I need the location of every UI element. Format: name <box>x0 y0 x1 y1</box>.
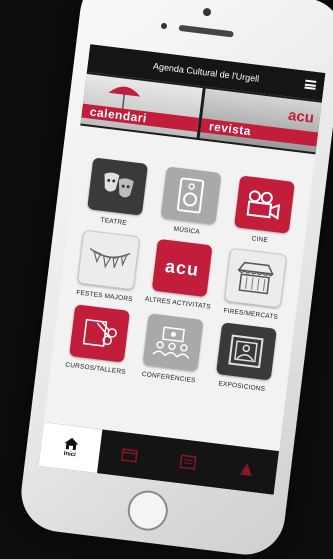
magazine-banner-label: revista <box>208 119 252 139</box>
tile-label: FESTES MAJORS <box>75 289 134 304</box>
hamburger-menu-icon[interactable] <box>304 79 317 90</box>
tile-label: FIRES/MERCATS <box>223 307 279 321</box>
tile-box: acu <box>151 238 213 298</box>
category-cine[interactable]: CINE <box>223 174 304 247</box>
tab-label: Inici <box>63 450 76 459</box>
acu-logo-icon: acu <box>164 255 201 280</box>
tab-news[interactable] <box>156 437 220 488</box>
category-musica[interactable]: MÚSICA <box>150 165 231 238</box>
category-cursos-tallers[interactable]: CURSOS/TALLERS <box>59 303 140 376</box>
tile-label: CURSOS/TALLERS <box>64 361 127 376</box>
tile-box <box>87 157 149 216</box>
tile-label: MÚSICA <box>173 225 201 236</box>
calendar-icon <box>120 448 138 463</box>
home-icon <box>64 437 78 451</box>
picture-frame-icon <box>228 334 264 369</box>
category-festes-majors[interactable]: FESTES MAJORS <box>67 229 148 304</box>
category-altres-activitats[interactable]: acu ALTRES ACTIVITATS <box>141 238 222 313</box>
tile-box <box>142 313 204 372</box>
tab-inici[interactable]: Inici <box>38 422 103 474</box>
tile-box <box>77 229 141 291</box>
category-fires-mercats[interactable]: FIRES/MERCATS <box>214 247 295 322</box>
phone-frame: Agenda Cultural de l'Urgell calendari re… <box>16 0 333 559</box>
tile-box <box>233 175 295 234</box>
category-exposicions[interactable]: EXPOSICIONS <box>205 321 286 394</box>
bottom-tab-bar: Inici <box>38 422 280 495</box>
tile-label: CONFERÈNCIES <box>141 370 196 385</box>
tile-label: EXPOSICIONS <box>218 380 266 393</box>
tab-calendar[interactable] <box>97 429 161 480</box>
proximity-sensor <box>160 22 168 30</box>
tile-label: ALTRES ACTIVITATS <box>144 295 212 311</box>
alert-icon <box>240 463 253 477</box>
garland-icon <box>89 248 131 269</box>
app-screen: Agenda Cultural de l'Urgell calendari re… <box>38 44 326 495</box>
category-conferencies[interactable]: CONFERÈNCIES <box>132 312 213 385</box>
tile-label: CINE <box>251 235 269 245</box>
film-camera-icon <box>246 190 281 220</box>
conference-icon <box>152 326 190 359</box>
acu-logo: acu <box>287 106 315 127</box>
tile-box <box>223 247 287 309</box>
speaker-icon <box>177 177 205 214</box>
earpiece-speaker <box>178 24 234 38</box>
tile-box <box>215 322 277 381</box>
masks-icon <box>104 172 134 198</box>
app-title: Agenda Cultural de l'Urgell <box>152 60 260 84</box>
category-teatre[interactable]: TEATRE <box>77 156 158 229</box>
news-icon <box>179 454 197 470</box>
market-stall-icon <box>237 261 274 295</box>
category-grid: TEATRE MÚSICA CINE FESTES MAJORS acu ALT… <box>51 125 316 395</box>
tab-alerts[interactable] <box>215 444 279 495</box>
scissors-icon <box>82 318 117 347</box>
tile-label: TEATRE <box>100 216 128 227</box>
tile-box <box>160 166 222 225</box>
tile-box <box>69 304 131 363</box>
home-button[interactable] <box>125 488 171 533</box>
front-camera <box>202 7 212 17</box>
